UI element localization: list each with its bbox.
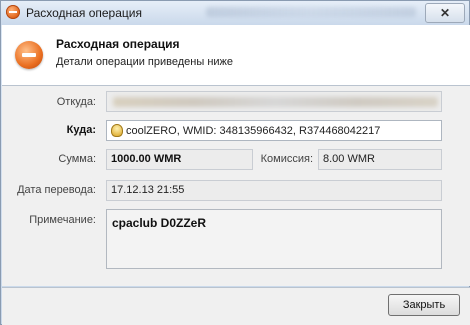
minus-circle-icon — [15, 41, 43, 69]
amount-label: Сумма: — [58, 153, 96, 165]
date-label: Дата перевода: — [17, 184, 96, 196]
window-close-button[interactable]: ✕ — [425, 3, 465, 23]
commission-label: Комиссия: — [260, 153, 313, 165]
amount-field[interactable]: 1000.00 WMR — [106, 149, 253, 170]
to-value: coolZERO, WMID: 348135966432, R374468042… — [126, 125, 381, 137]
to-label: Куда: — [66, 124, 96, 136]
close-button-label: Закрыть — [402, 299, 446, 311]
blurred-sender — [113, 97, 438, 107]
dialog-header: Расходная операция Детали операции приве… — [2, 25, 470, 86]
to-field[interactable]: coolZERO, WMID: 348135966432, R374468042… — [106, 120, 442, 141]
close-button[interactable]: Закрыть — [388, 294, 460, 316]
minus-circle-icon — [6, 5, 20, 19]
header-title: Расходная операция — [56, 37, 180, 51]
header-subtitle: Детали операции приведены ниже — [56, 56, 234, 68]
title-bar[interactable]: Расходная операция ✕ — [1, 1, 469, 25]
dialog-footer: Закрыть — [2, 288, 470, 325]
note-label: Примечание: — [29, 214, 96, 226]
window-title: Расходная операция — [26, 6, 142, 20]
note-field[interactable]: cpaclub D0ZZeR — [106, 209, 442, 269]
close-icon: ✕ — [439, 6, 451, 20]
commission-value: 8.00 WMR — [323, 153, 375, 165]
from-field[interactable] — [106, 91, 442, 112]
amount-value: 1000.00 WMR — [111, 153, 182, 165]
from-label: Откуда: — [56, 96, 96, 108]
dialog-window: Расходная операция ✕ Расходная операция … — [0, 0, 470, 325]
note-value: cpaclub D0ZZeR — [112, 216, 207, 230]
commission-field[interactable]: 8.00 WMR — [318, 149, 442, 170]
details-panel: Откуда: Куда: coolZERO, WMID: 3481359664… — [2, 86, 470, 286]
date-value: 17.12.13 21:55 — [111, 184, 185, 196]
user-icon — [111, 124, 123, 137]
date-field[interactable]: 17.12.13 21:55 — [106, 180, 442, 201]
blurred-title-area — [206, 7, 416, 17]
